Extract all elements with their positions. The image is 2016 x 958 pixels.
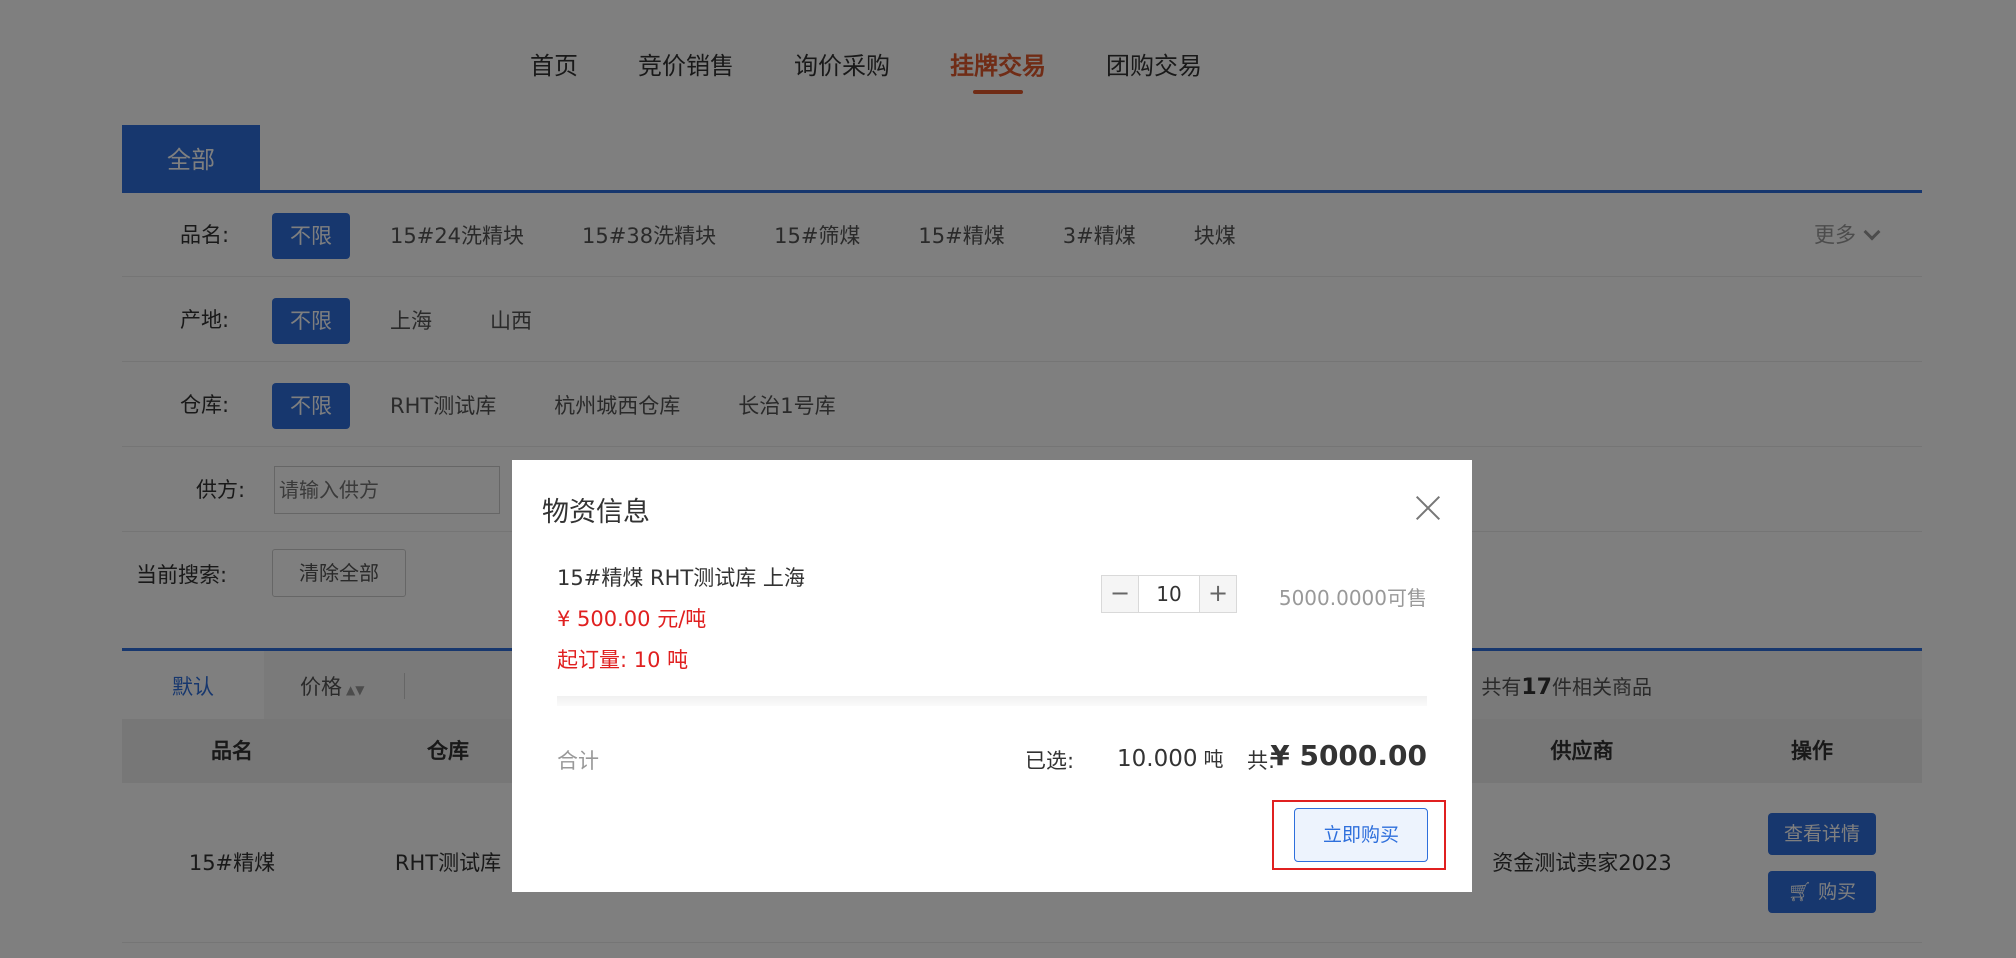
item-price: ¥ 500.00 元/吨 bbox=[557, 607, 707, 631]
available-amount: 5000.0000可售 bbox=[1278, 586, 1427, 610]
dialog-divider bbox=[557, 696, 1427, 706]
quantity-stepper: − 10 + bbox=[1101, 575, 1237, 613]
buy-now-button[interactable]: 立即购买 bbox=[1294, 808, 1428, 862]
page: 首页 竞价销售 询价采购 挂牌交易 团购交易 全部 品名: 不限 15#24洗精… bbox=[0, 0, 2016, 958]
quantity-input[interactable]: 10 bbox=[1138, 576, 1200, 612]
close-icon[interactable] bbox=[1414, 494, 1442, 522]
total-price: ¥ 5000.00 bbox=[1270, 739, 1427, 772]
selected-value: 10.000 bbox=[1117, 746, 1198, 772]
selected-amount: 10.000 吨 bbox=[1117, 743, 1223, 772]
sum-label: 合计 bbox=[557, 749, 599, 773]
selected-unit: 吨 bbox=[1203, 747, 1224, 771]
decrement-button[interactable]: − bbox=[1102, 576, 1138, 612]
item-name: 15#精煤 RHT测试库 上海 bbox=[557, 566, 805, 590]
dialog-title: 物资信息 bbox=[542, 497, 650, 528]
item-min-order: 起订量: 10 吨 bbox=[557, 648, 689, 672]
material-info-dialog: 物资信息 15#精煤 RHT测试库 上海 ¥ 500.00 元/吨 起订量: 1… bbox=[512, 460, 1472, 892]
increment-button[interactable]: + bbox=[1200, 576, 1236, 612]
selected-label: 已选: bbox=[1025, 749, 1075, 773]
